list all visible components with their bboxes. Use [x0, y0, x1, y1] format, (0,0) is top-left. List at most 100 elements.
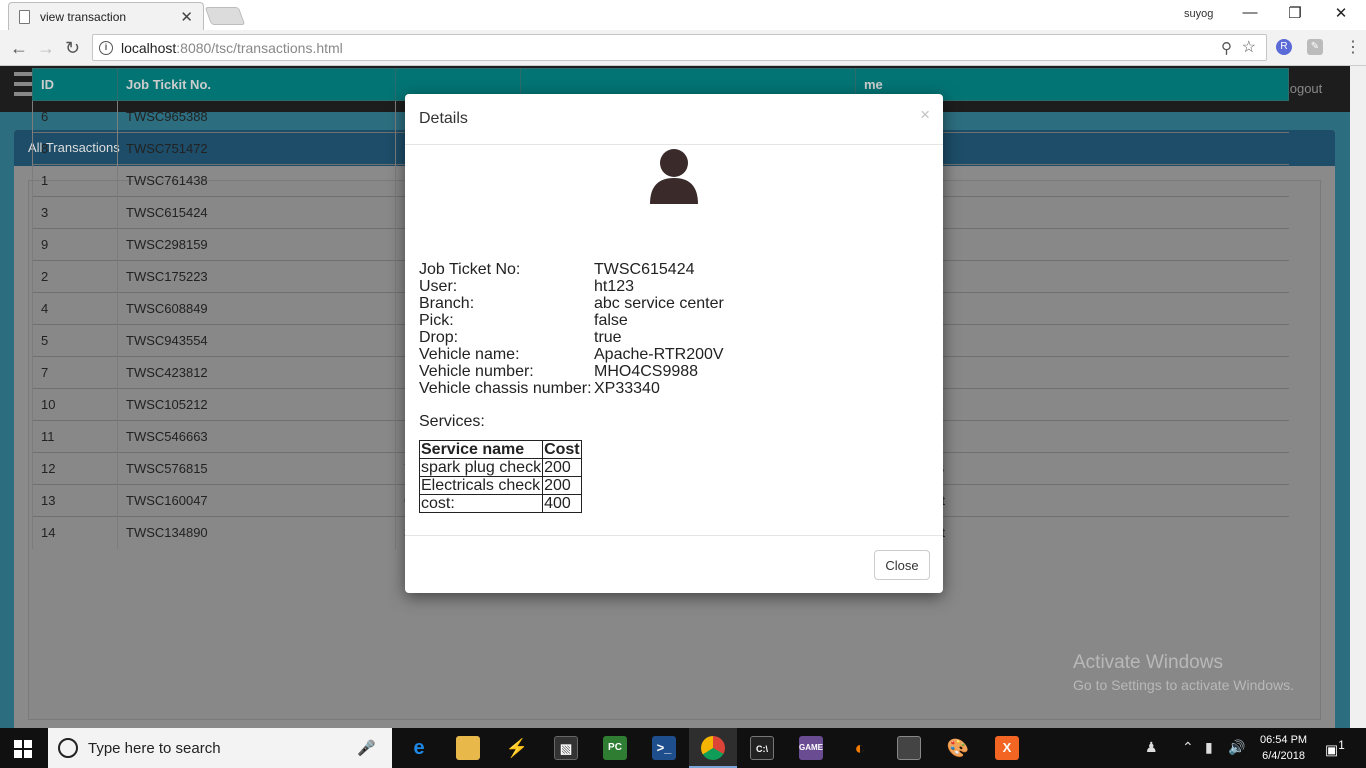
user-icon: [650, 149, 698, 204]
browser-tab[interactable]: view transaction ✕: [8, 2, 204, 30]
new-tab-button[interactable]: [204, 7, 246, 25]
reload-icon[interactable]: ↻: [65, 38, 80, 59]
activate-windows-subtitle: Go to Settings to activate Windows.: [1073, 677, 1294, 693]
services-header-cost: Cost: [542, 440, 582, 459]
detail-label: Vehicle name:: [419, 346, 520, 363]
detail-value: ht123: [594, 278, 635, 295]
service-name: cost:: [418, 494, 544, 513]
detail-row: Job Ticket No: TWSC615424: [419, 261, 724, 278]
clock-time: 06:54 PM: [1260, 734, 1308, 746]
detail-value: XP33340: [594, 380, 660, 397]
service-cost: 200: [542, 458, 582, 477]
detail-row: Vehicle name: Apache-RTR200V: [419, 346, 724, 363]
paint-icon[interactable]: 🎨: [946, 736, 970, 760]
modal-header: Details ×: [405, 94, 943, 145]
detail-value: false: [594, 312, 628, 329]
services-header-row: Service name Cost: [418, 440, 582, 459]
file-explorer-icon[interactable]: [456, 736, 480, 760]
browser-toolbar: ← → ↻ i localhost:8080/tsc/transactions.…: [0, 30, 1366, 66]
bookmark-star-icon[interactable]: ☆: [1242, 37, 1256, 57]
notification-count: 1: [1338, 739, 1345, 752]
service-name: Electricals check: [418, 476, 544, 495]
clock-date: 6/4/2018: [1262, 750, 1305, 762]
minimize-icon[interactable]: —: [1235, 4, 1265, 21]
modal-title: Details: [419, 110, 468, 127]
detail-label: Vehicle number:: [419, 363, 534, 380]
game-app-icon[interactable]: GAME: [799, 736, 823, 760]
url-host: localhost: [121, 39, 177, 56]
edge-icon[interactable]: e: [407, 736, 431, 760]
url-path: :8080/tsc/transactions.html: [176, 39, 343, 56]
cmd-icon[interactable]: C:\: [750, 736, 774, 760]
extension-pdf-icon[interactable]: ✎: [1307, 39, 1323, 55]
detail-label: Branch:: [419, 295, 475, 312]
back-icon[interactable]: ←: [10, 38, 28, 59]
tray-chevron-icon[interactable]: ⌃: [1182, 739, 1194, 756]
people-icon[interactable]: ♟: [1145, 739, 1158, 756]
details-modal: Details × Job Ticket No: TWSC615424 User: h…: [405, 94, 943, 593]
detail-row: User: ht123: [419, 278, 724, 295]
page-icon: [19, 9, 30, 24]
windows-start-icon[interactable]: [14, 740, 32, 758]
service-row: spark plug check 200: [418, 458, 582, 477]
detail-value: abc service center: [594, 295, 724, 312]
taskbar-clock[interactable]: 06:54 PM 6/4/2018: [1260, 732, 1307, 764]
tab-close-icon[interactable]: ✕: [180, 8, 193, 26]
address-bar[interactable]: i localhost:8080/tsc/transactions.html ⚲…: [92, 34, 1267, 61]
detail-label: Pick:: [419, 312, 454, 329]
page-scrollbar[interactable]: [1350, 66, 1366, 728]
detail-label: Vehicle chassis number:: [419, 380, 592, 397]
window-close-icon[interactable]: ✕: [1326, 4, 1356, 22]
info-icon[interactable]: i: [99, 40, 113, 55]
detail-row: Pick: false: [419, 312, 724, 329]
details-list: Job Ticket No: TWSC615424 User: ht123 Branch…: [419, 261, 724, 397]
detail-row: Vehicle number: MHO4CS9988: [419, 363, 724, 380]
detail-row: Vehicle chassis number: XP33340: [419, 380, 724, 397]
forward-icon[interactable]: →: [37, 38, 55, 59]
url-text: localhost:8080/tsc/transactions.html: [121, 40, 343, 56]
detail-label: Job Ticket No:: [419, 261, 521, 278]
detail-row: Branch: abc service center: [419, 295, 724, 312]
search-placeholder: Type here to search: [88, 739, 221, 757]
microphone-icon[interactable]: 🎤: [357, 739, 376, 757]
activate-windows-title: Activate Windows: [1073, 652, 1223, 673]
service-name: spark plug check: [418, 458, 544, 477]
taskbar-search[interactable]: Type here to search 🎤: [48, 728, 392, 768]
services-header-name: Service name: [418, 440, 544, 459]
chrome-menu-icon[interactable]: ⋮: [1345, 37, 1361, 57]
notification-icon[interactable]: ▣1: [1325, 739, 1345, 759]
restore-icon[interactable]: ❐: [1280, 4, 1310, 22]
detail-label: Drop:: [419, 329, 459, 346]
close-button[interactable]: Close: [874, 550, 930, 580]
extension-r-icon[interactable]: R: [1276, 39, 1292, 55]
modal-footer: Close: [405, 535, 943, 593]
powershell-icon[interactable]: >_: [652, 736, 676, 760]
windows-taskbar: Type here to search 🎤 e ⚡ ▧ PC >_ C:\ GA…: [0, 728, 1366, 768]
flash-app-icon[interactable]: ⚡: [505, 736, 529, 760]
window-app-icon[interactable]: [897, 736, 921, 760]
service-cost: 400: [542, 494, 582, 513]
browser-tab-bar: view transaction ✕ suyog — ❐ ✕: [0, 0, 1366, 30]
profile-name[interactable]: suyog: [1184, 8, 1213, 20]
detail-value: MHO4CS9988: [594, 363, 699, 380]
service-row: Electricals check 200: [418, 476, 582, 495]
modal-close-icon[interactable]: ×: [920, 105, 930, 125]
detail-value: TWSC615424: [594, 261, 695, 278]
xampp-icon[interactable]: X: [995, 736, 1019, 760]
services-table: Service name Cost spark plug check 200 Ele…: [418, 440, 582, 513]
detail-value: true: [594, 329, 622, 346]
phone-app-icon[interactable]: ▧: [554, 736, 578, 760]
eclipse-icon[interactable]: ◐: [848, 736, 872, 760]
battery-icon[interactable]: ▮: [1205, 739, 1213, 756]
volume-icon[interactable]: 🔊: [1228, 739, 1245, 756]
tab-title: view transaction: [40, 9, 127, 24]
zoom-icon[interactable]: ⚲: [1221, 39, 1232, 57]
detail-label: User:: [419, 278, 458, 295]
detail-row: Drop: true: [419, 329, 724, 346]
services-label: Services:: [419, 413, 485, 430]
pycharm-icon[interactable]: PC: [603, 736, 627, 760]
service-cost: 200: [542, 476, 582, 495]
detail-value: Apache-RTR200V: [594, 346, 724, 363]
chrome-icon[interactable]: [701, 736, 725, 760]
service-row: cost: 400: [418, 494, 582, 513]
